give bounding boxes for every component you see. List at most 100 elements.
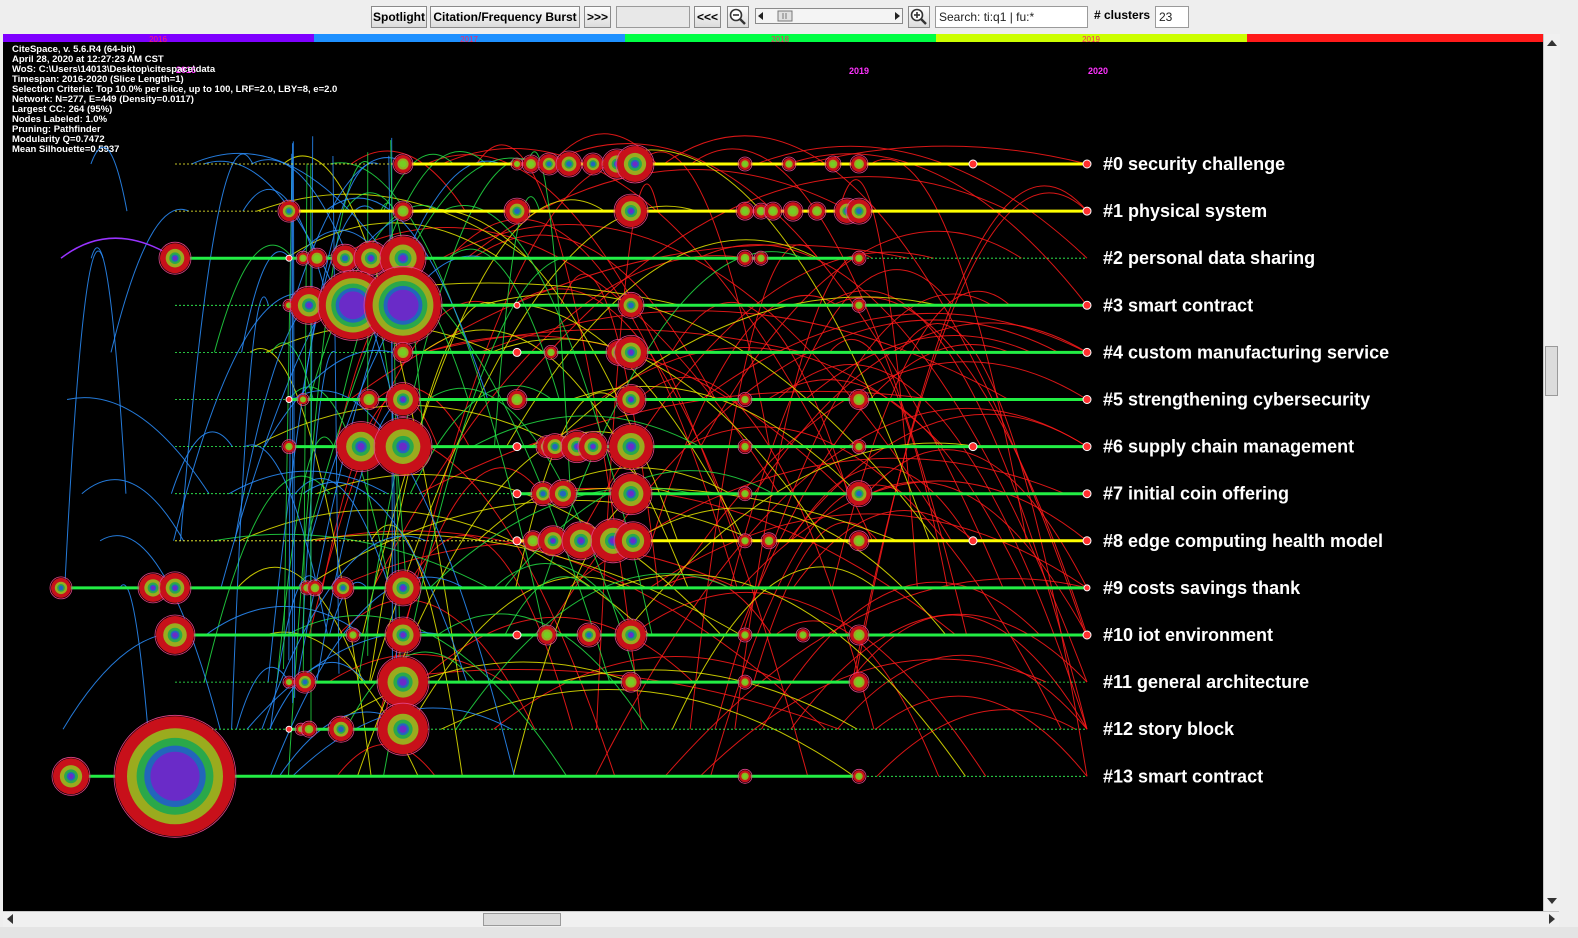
node-ring [628, 397, 634, 402]
blue-link [234, 298, 336, 541]
cluster-label: #7 initial coin offering [1103, 484, 1289, 504]
cluster-node [848, 671, 870, 693]
node-ring [286, 208, 292, 214]
node-ring [628, 490, 634, 497]
blue-link [235, 666, 290, 730]
red-link [697, 244, 1088, 683]
node-ring [1082, 159, 1092, 169]
zoom-in-button[interactable] [908, 6, 930, 28]
cluster-node [49, 576, 73, 600]
red-link [701, 313, 1088, 400]
cluster-timeline-view: 2016 2017 2018 20192016 2019 2020CiteSpace, v… [3, 34, 1543, 838]
cluster-node [614, 618, 648, 652]
cluster-node [1082, 300, 1092, 310]
cluster-node [392, 200, 414, 222]
node-core [856, 444, 862, 449]
cluster-node [512, 489, 522, 499]
node-ring [630, 538, 636, 544]
node-core [627, 678, 635, 686]
node-core [300, 255, 306, 261]
cluster-node [615, 144, 655, 184]
blue-link [241, 251, 291, 353]
node-ring [399, 254, 407, 262]
forward-button[interactable]: >>> [584, 6, 611, 28]
cluster-node [609, 472, 653, 516]
node-core [758, 255, 764, 261]
yellow-link [558, 669, 858, 730]
cluster-node [512, 347, 522, 357]
timeline-slider[interactable] [755, 8, 903, 24]
back-button[interactable]: <<< [694, 6, 721, 28]
scroll-right-icon [895, 12, 900, 20]
cluster-node [512, 630, 522, 640]
scroll-right-icon [1549, 914, 1555, 924]
timeline-canvas[interactable]: 2016 2017 2018 2019 2016 2019 2020 CiteSpace, v… [3, 34, 1543, 911]
node-core [742, 491, 748, 497]
node-ring [400, 397, 406, 402]
spotlight-button[interactable]: Spotlight [371, 6, 427, 28]
cluster-node [782, 200, 804, 222]
info-line: Mean Silhouette=0.5937 [12, 144, 119, 155]
red-link [737, 344, 1010, 636]
year-marker: 2019 [849, 66, 869, 76]
scroll-left-icon [758, 12, 763, 20]
node-ring [399, 678, 407, 686]
cluster-node [331, 576, 355, 600]
node-ring [340, 585, 346, 591]
node-ring [552, 443, 558, 450]
red-link [870, 481, 1088, 636]
node-core [312, 585, 318, 591]
horizontal-scroll-thumb[interactable] [483, 913, 561, 926]
cluster-node [1083, 584, 1091, 592]
node-core [399, 348, 407, 356]
node-core [742, 255, 748, 261]
vertical-scrollbar[interactable] [1543, 34, 1560, 911]
search-input[interactable]: Search: ti:q1 | fu:* [935, 6, 1088, 28]
scroll-up-icon [1547, 40, 1557, 46]
cluster-node [345, 627, 361, 643]
cluster-node [620, 671, 642, 693]
clusters-count-field[interactable]: 23 [1155, 6, 1189, 28]
cluster-node [293, 670, 317, 694]
node-ring [586, 632, 592, 638]
zoom-out-button[interactable] [727, 6, 749, 28]
cluster-node [968, 442, 978, 452]
node-ring [285, 396, 293, 403]
cluster-node [576, 622, 602, 648]
cluster-node [1082, 159, 1092, 169]
blue-link [64, 250, 104, 588]
cluster-label: #9 costs savings thank [1103, 578, 1301, 598]
yellow-link [506, 239, 818, 447]
status-strip [0, 927, 1578, 938]
node-core [742, 397, 748, 402]
horizontal-scrollbar[interactable] [3, 911, 1559, 928]
node-ring [1082, 536, 1092, 546]
cluster-row: #3 smart contract [175, 265, 1253, 345]
node-ring [512, 536, 522, 546]
cluster-node [373, 417, 433, 477]
node-ring [512, 489, 522, 499]
cluster-node [848, 389, 870, 410]
vertical-scroll-thumb[interactable] [1545, 346, 1558, 396]
status-field [616, 6, 690, 28]
slider-thumb [777, 10, 793, 22]
node-ring [387, 289, 419, 321]
cluster-row: #1 physical system [175, 193, 1267, 229]
cluster-node [824, 155, 842, 173]
red-link [876, 709, 1076, 777]
node-ring [172, 632, 178, 638]
node-core [313, 254, 321, 262]
node-core [365, 395, 373, 404]
node-ring [512, 442, 522, 452]
node-core [306, 726, 312, 732]
node-ring [574, 444, 580, 449]
blue-link [231, 296, 269, 730]
citation-burst-button[interactable]: Citation/Frequency Burst [430, 6, 580, 28]
cluster-node [1082, 347, 1092, 357]
cluster-node [851, 250, 867, 266]
node-ring [627, 443, 635, 450]
node-ring [400, 632, 406, 638]
node-ring [546, 161, 552, 167]
red-link [777, 364, 1088, 730]
cluster-row: #5 strengthening cybersecurity [175, 382, 1370, 417]
